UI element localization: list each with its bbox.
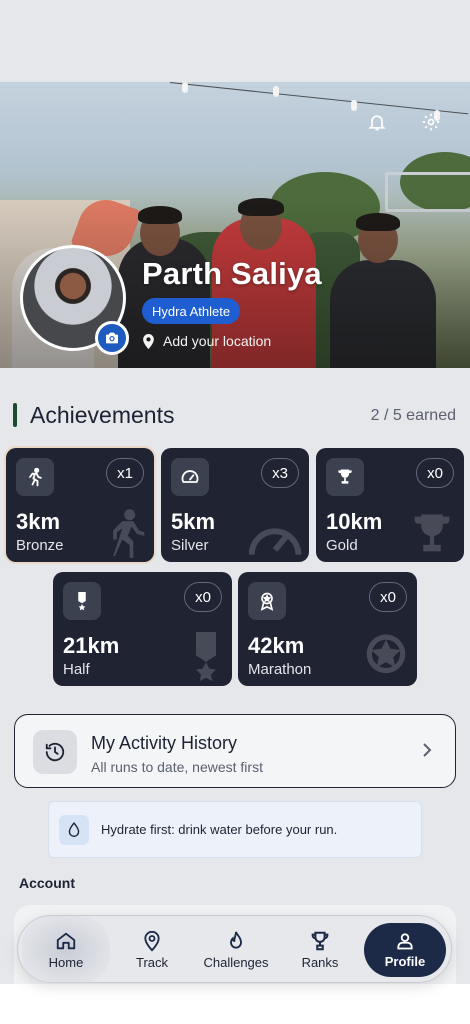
- achievement-card-42km[interactable]: x0 42km Marathon: [238, 572, 417, 686]
- medal-watermark-icon: [196, 632, 216, 682]
- location-pin-icon: [143, 333, 154, 349]
- achievement-multiplier: x1: [106, 458, 144, 488]
- section-accent-bar: [13, 403, 17, 427]
- water-drop-icon: [68, 822, 80, 837]
- map-pin-icon: [144, 930, 160, 952]
- achievement-distance: 10km: [326, 509, 383, 534]
- tip-icon-tile: [59, 815, 89, 845]
- home-icon: [56, 932, 76, 950]
- camera-icon: [106, 332, 118, 344]
- achievement-distance: 3km: [16, 509, 61, 534]
- account-section-label: Account: [19, 875, 75, 891]
- notification-bell-button[interactable]: [365, 110, 389, 134]
- profile-name: Parth Saliya: [142, 256, 322, 291]
- nav-ranks[interactable]: Ranks: [278, 916, 362, 984]
- achievement-tier: Half: [63, 661, 90, 678]
- achievement-distance: 21km: [63, 633, 120, 658]
- add-location-link[interactable]: Add your location: [142, 333, 271, 349]
- achievement-icon-tile: [248, 582, 286, 620]
- achievement-card-21km[interactable]: x0 21km Half: [53, 572, 232, 686]
- history-icon-tile: [33, 730, 77, 774]
- trophy-icon: [311, 931, 329, 951]
- hydration-tip-text: Hydrate first: drink water before your r…: [101, 822, 338, 837]
- achievement-distance: 42km: [248, 633, 305, 658]
- award-badge-icon: [260, 592, 274, 611]
- runner-watermark-icon: [113, 509, 145, 558]
- achievement-multiplier: x3: [261, 458, 299, 488]
- nav-challenges[interactable]: Challenges: [194, 916, 278, 984]
- nav-home-label: Home: [48, 955, 84, 970]
- bottom-safe-area: [0, 984, 470, 1024]
- nav-profile-label: Profile: [384, 954, 426, 969]
- achievement-card-3km[interactable]: x1 3km Bronze: [6, 448, 154, 562]
- achievement-icon-tile: [63, 582, 101, 620]
- achievements-title: Achievements: [30, 402, 175, 428]
- achievement-card-5km[interactable]: x3 5km Silver: [161, 448, 309, 562]
- speedometer-icon: [181, 470, 199, 483]
- bell-icon: [368, 115, 386, 131]
- hydration-tip-banner: Hydrate first: drink water before your r…: [48, 801, 422, 858]
- achievement-multiplier: x0: [416, 458, 454, 488]
- nav-challenges-label: Challenges: [203, 955, 269, 970]
- nav-ranks-label: Ranks: [301, 955, 339, 970]
- runner-icon: [29, 467, 42, 487]
- flame-icon: [230, 931, 242, 949]
- award-watermark-icon: [366, 634, 406, 674]
- speedometer-watermark-icon: [248, 528, 302, 555]
- achievement-icon-tile: [326, 458, 364, 496]
- achievement-tier: Bronze: [16, 537, 64, 554]
- status-bar-area: [0, 0, 470, 82]
- achievement-tier: Silver: [171, 537, 209, 554]
- nav-track[interactable]: Track: [110, 916, 194, 984]
- gear-icon: [422, 113, 440, 131]
- achievement-card-10km[interactable]: x0 10km Gold: [316, 448, 464, 562]
- achievement-multiplier: x0: [369, 582, 407, 612]
- trophy-watermark-icon: [414, 514, 450, 552]
- activity-history-subtitle: All runs to date, newest first: [91, 759, 263, 775]
- achievement-tier: Marathon: [248, 661, 312, 678]
- medal-ribbon-icon: [78, 592, 86, 611]
- history-clock-icon: [45, 742, 65, 762]
- activity-history-button[interactable]: My Activity History All runs to date, ne…: [14, 714, 456, 788]
- chevron-right-icon: [423, 743, 432, 757]
- role-badge: Hydra Athlete: [142, 298, 241, 324]
- achievement-icon-tile: [171, 458, 209, 496]
- user-icon: [397, 933, 413, 950]
- nav-profile[interactable]: Profile: [364, 923, 446, 977]
- nav-home[interactable]: Home: [22, 916, 110, 984]
- location-label: Add your location: [163, 333, 272, 349]
- achievement-distance: 5km: [171, 509, 216, 534]
- change-photo-button[interactable]: [95, 321, 129, 355]
- trophy-icon: [338, 469, 352, 484]
- settings-button[interactable]: [419, 110, 443, 134]
- achievements-earned-count: 2 / 5 earned: [370, 407, 456, 424]
- achievement-icon-tile: [16, 458, 54, 496]
- activity-history-title: My Activity History: [91, 733, 238, 753]
- achievement-multiplier: x0: [184, 582, 222, 612]
- achievement-tier: Gold: [326, 537, 358, 554]
- bottom-navigation: Home Track Challenges Ranks Profile: [17, 915, 452, 984]
- nav-track-label: Track: [135, 955, 169, 970]
